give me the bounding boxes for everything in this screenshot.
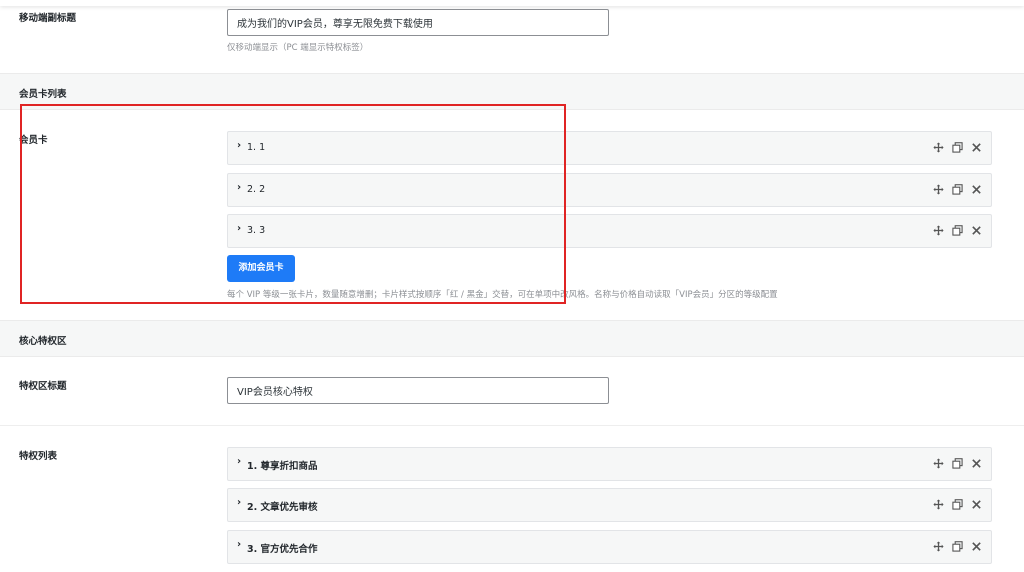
chevron-right-icon[interactable]: ›	[237, 456, 241, 467]
mobile-subtitle-input[interactable]	[227, 9, 609, 36]
duplicate-icon[interactable]	[952, 541, 963, 552]
close-icon[interactable]	[971, 142, 982, 153]
privilege-section-title: 核心特权区	[19, 336, 67, 347]
top-bar-shadow	[0, 0, 1024, 6]
privilege-item-label: 1. 尊享折扣商品	[247, 461, 318, 472]
row-divider	[0, 425, 1024, 426]
move-icon[interactable]	[933, 541, 944, 552]
privilege-item-label: 2. 文章优先审核	[247, 502, 318, 513]
duplicate-icon[interactable]	[952, 458, 963, 469]
mobile-subtitle-label: 移动端副标题	[19, 13, 77, 24]
privilege-item[interactable]: › 2. 文章优先审核	[227, 488, 992, 522]
privilege-section-header: 核心特权区	[0, 320, 1024, 357]
privilege-title-input[interactable]	[227, 377, 609, 404]
move-icon[interactable]	[933, 458, 944, 469]
move-icon[interactable]	[933, 499, 944, 510]
privilege-item[interactable]: › 1. 尊享折扣商品	[227, 447, 992, 481]
duplicate-icon[interactable]	[952, 184, 963, 195]
move-icon[interactable]	[933, 225, 944, 236]
privilege-list-label: 特权列表	[19, 451, 58, 462]
move-icon[interactable]	[933, 184, 944, 195]
privilege-item[interactable]: › 3. 官方优先合作	[227, 530, 992, 564]
member-card-section-title: 会员卡列表	[19, 89, 67, 100]
chevron-right-icon[interactable]: ›	[237, 497, 241, 508]
duplicate-icon[interactable]	[952, 225, 963, 236]
duplicate-icon[interactable]	[952, 142, 963, 153]
close-icon[interactable]	[971, 499, 982, 510]
highlight-annotation-box	[20, 104, 566, 304]
close-icon[interactable]	[971, 541, 982, 552]
close-icon[interactable]	[971, 458, 982, 469]
mobile-subtitle-help: 仅移动端显示（PC 端显示特权标签）	[227, 43, 369, 53]
privilege-title-label: 特权区标题	[19, 381, 67, 392]
duplicate-icon[interactable]	[952, 499, 963, 510]
close-icon[interactable]	[971, 184, 982, 195]
privilege-item-label: 3. 官方优先合作	[247, 544, 318, 555]
chevron-right-icon[interactable]: ›	[237, 539, 241, 550]
close-icon[interactable]	[971, 225, 982, 236]
move-icon[interactable]	[933, 142, 944, 153]
